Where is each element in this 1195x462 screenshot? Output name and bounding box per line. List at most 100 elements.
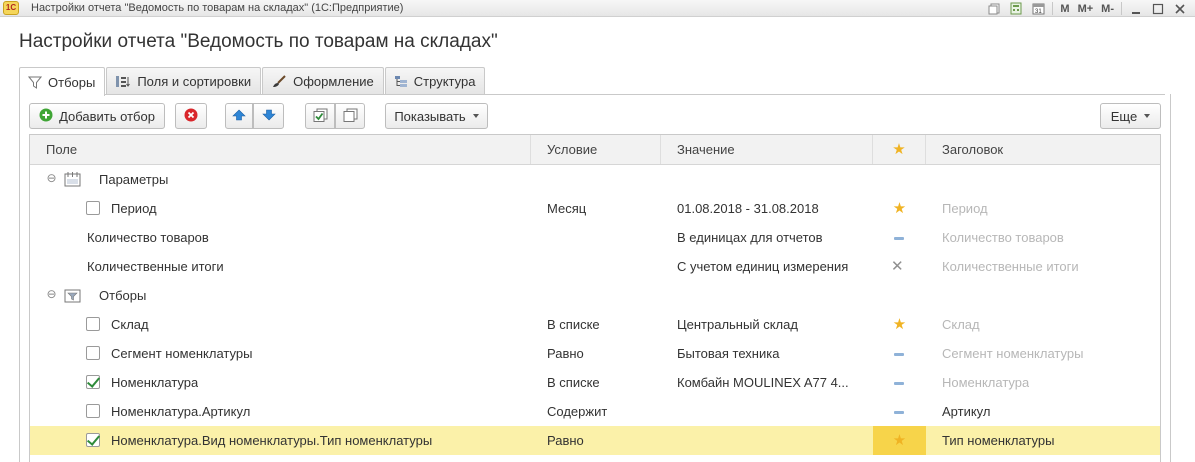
dash-icon[interactable]	[894, 237, 904, 240]
table-row[interactable]: Период Месяц 01.08.2018 - 31.08.2018 ★ Перио…	[30, 194, 1160, 223]
uncheck-all-icon	[343, 108, 358, 125]
tab-label: Поля и сортировки	[137, 74, 252, 89]
dash-icon[interactable]	[894, 411, 904, 414]
title-cell[interactable]: Количественные итоги	[942, 252, 1079, 281]
calendar-icon[interactable]: 31	[1027, 0, 1049, 17]
memory-plus-button[interactable]: M+	[1074, 0, 1098, 17]
check-all-icon	[313, 108, 328, 125]
check-all-button[interactable]	[305, 103, 335, 129]
show-dropdown-button[interactable]: Показывать	[385, 103, 488, 129]
dash-icon[interactable]	[894, 353, 904, 356]
field-cell: Период	[111, 201, 157, 216]
value-cell[interactable]	[677, 426, 867, 455]
more-button[interactable]: Еще	[1100, 103, 1161, 129]
column-header-condition[interactable]: Условие	[531, 135, 661, 164]
tab-filters[interactable]: Отборы	[19, 67, 106, 96]
table-row[interactable]: Номенклатура.Артикул Содержит Артикул	[30, 397, 1160, 426]
group-label: Отборы	[99, 288, 147, 303]
delete-icon	[184, 108, 198, 125]
add-filter-button[interactable]: Добавить отбор	[29, 103, 165, 129]
use-checkbox[interactable]	[86, 201, 100, 215]
table-row[interactable]: Номенклатура.Вид номенклатуры.Тип номенк…	[30, 426, 1160, 455]
move-down-button[interactable]	[253, 103, 284, 129]
collapse-icon[interactable]: ⊖	[46, 172, 57, 184]
title-cell[interactable]: Количество товаров	[942, 223, 1064, 252]
table-row[interactable]: Количество товаров В единицах для отчетов…	[30, 223, 1160, 252]
window-title: Настройки отчета "Ведомость по товарам н…	[31, 2, 404, 14]
use-checkbox[interactable]	[86, 317, 100, 331]
tab-bar: Отборы Поля и сортировки Оформление Стру…	[19, 67, 486, 96]
value-cell[interactable]	[677, 397, 867, 426]
chevron-down-icon	[1144, 114, 1151, 118]
column-header-field[interactable]: Поле	[30, 135, 531, 164]
table-row[interactable]: Сегмент номенклатуры Равно Бытовая техника…	[30, 339, 1160, 368]
minimize-icon[interactable]	[1125, 0, 1147, 17]
condition-cell[interactable]: Равно	[547, 339, 584, 368]
filters-group-icon	[64, 287, 81, 306]
tab-structure[interactable]: Структура	[384, 67, 486, 95]
value-cell[interactable]: 01.08.2018 - 31.08.2018	[677, 194, 867, 223]
memory-minus-button[interactable]: M-	[1097, 0, 1118, 17]
tab-appearance[interactable]: Оформление	[262, 67, 384, 95]
column-header-value[interactable]: Значение	[661, 135, 873, 164]
use-checkbox[interactable]	[86, 375, 100, 389]
delete-button[interactable]	[175, 103, 207, 129]
copy-icon[interactable]	[983, 0, 1005, 17]
table-row[interactable]: Номенклатура В списке Комбайн MOULINEX A77…	[30, 368, 1160, 397]
collapse-icon[interactable]: ⊖	[46, 288, 57, 300]
table-row[interactable]: Количественные итоги С учетом единиц изме…	[30, 252, 1160, 281]
title-cell[interactable]: Период	[942, 194, 988, 223]
page-title: Настройки отчета "Ведомость по товарам н…	[19, 31, 498, 52]
svg-text:31: 31	[1035, 9, 1042, 15]
brush-icon	[271, 75, 287, 88]
title-cell[interactable]: Артикул	[942, 397, 990, 426]
tab-fields-sorting[interactable]: Поля и сортировки	[106, 67, 262, 95]
filters-table: Поле Условие Значение ★ Заголовок ⊖ Парам…	[29, 134, 1161, 462]
add-filter-label: Добавить отбор	[59, 108, 155, 124]
star-icon[interactable]: ★	[873, 426, 926, 455]
value-cell[interactable]: Комбайн MOULINEX A77 4...	[677, 368, 867, 397]
field-cell: Номенклатура.Артикул	[111, 404, 251, 419]
fields-icon	[115, 75, 131, 88]
panel-border	[19, 94, 20, 462]
condition-cell[interactable]: В списке	[547, 368, 600, 397]
value-cell[interactable]: С учетом единиц измерения	[677, 252, 867, 281]
cross-icon[interactable]: ✕	[891, 252, 904, 281]
value-cell[interactable]: Центральный склад	[677, 310, 867, 339]
use-checkbox[interactable]	[86, 346, 100, 360]
title-cell[interactable]: Склад	[942, 310, 980, 339]
column-header-use[interactable]: ★	[873, 135, 926, 164]
star-icon[interactable]: ★	[873, 194, 926, 223]
condition-cell[interactable]: В списке	[547, 310, 600, 339]
field-cell: Количество товаров	[87, 230, 209, 245]
group-row[interactable]: ⊖ Отборы	[30, 281, 1160, 310]
calculator-icon[interactable]	[1005, 0, 1027, 17]
table-row[interactable]: Склад В списке Центральный склад ★ Склад	[30, 310, 1160, 339]
value-cell[interactable]: Бытовая техника	[677, 339, 867, 368]
column-header-title[interactable]: Заголовок	[926, 135, 1160, 164]
window-titlebar: 1С Настройки отчета "Ведомость по товара…	[0, 0, 1195, 17]
close-icon[interactable]	[1169, 0, 1191, 17]
title-cell[interactable]: Номенклатура	[942, 368, 1029, 397]
move-up-button[interactable]	[225, 103, 253, 129]
uncheck-all-button[interactable]	[335, 103, 365, 129]
value-cell[interactable]: В единицах для отчетов	[677, 223, 867, 252]
panel-border	[1170, 94, 1171, 462]
condition-cell[interactable]: Содержит	[547, 397, 607, 426]
field-cell: Сегмент номенклатуры	[111, 346, 253, 361]
title-cell[interactable]: Тип номенклатуры	[942, 426, 1054, 455]
arrow-down-icon	[261, 109, 276, 124]
group-row[interactable]: ⊖ Параметры	[30, 165, 1160, 194]
tab-underline	[19, 94, 1165, 95]
use-checkbox[interactable]	[86, 433, 100, 447]
maximize-icon[interactable]	[1147, 0, 1169, 17]
title-cell[interactable]: Сегмент номенклатуры	[942, 339, 1083, 368]
condition-cell[interactable]: Месяц	[547, 194, 586, 223]
condition-cell[interactable]: Равно	[547, 426, 584, 455]
memory-m-button[interactable]: M	[1056, 0, 1073, 17]
star-icon[interactable]: ★	[873, 310, 926, 339]
tools-separator	[1052, 2, 1054, 15]
use-checkbox[interactable]	[86, 404, 100, 418]
field-cell: Номенклатура	[111, 375, 199, 390]
dash-icon[interactable]	[894, 382, 904, 385]
